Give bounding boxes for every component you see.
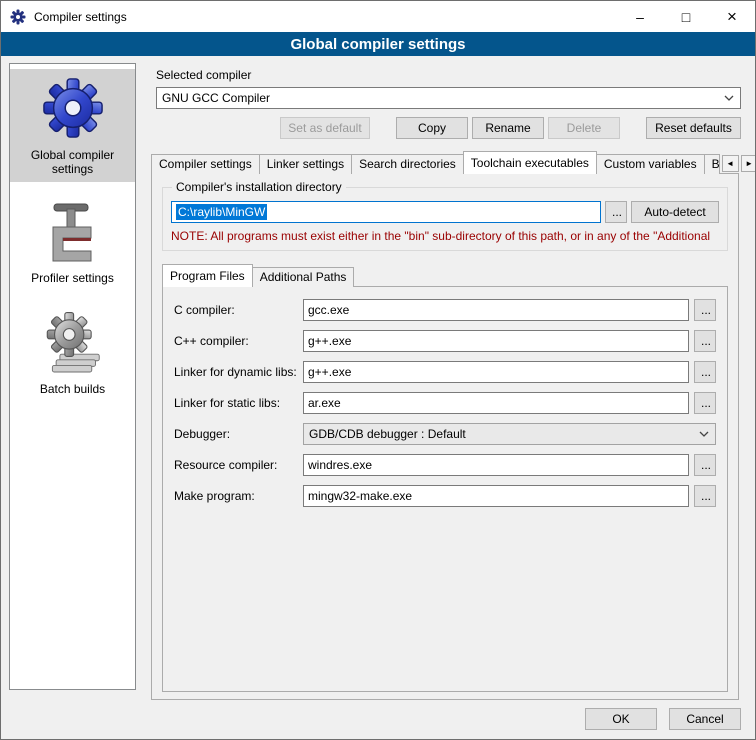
cpp-compiler-input[interactable]: g++.exe [303, 330, 689, 352]
c-compiler-browse-button[interactable]: ... [694, 299, 716, 321]
form-row-c-compiler: C compiler: gcc.exe ... [174, 299, 716, 321]
c-compiler-input[interactable]: gcc.exe [303, 299, 689, 321]
dynamic-linker-value: g++.exe [308, 365, 351, 379]
resource-compiler-label: Resource compiler: [174, 458, 298, 472]
selected-compiler-label: Selected compiler [156, 68, 741, 82]
tab-scroll-right-icon[interactable]: ► [741, 155, 756, 172]
auto-detect-button[interactable]: Auto-detect [631, 201, 719, 223]
resource-compiler-value: windres.exe [308, 458, 372, 472]
cpp-compiler-browse-button[interactable]: ... [694, 330, 716, 352]
sidebar-item-label: Batch builds [40, 382, 105, 396]
cancel-button[interactable]: Cancel [669, 708, 741, 730]
settings-tab-bar: Compiler settings Linker settings Search… [151, 151, 739, 174]
form-row-static-linker: Linker for static libs: ar.exe ... [174, 392, 716, 414]
tab-custom-variables[interactable]: Custom variables [596, 154, 705, 174]
sidebar-item-global-compiler-settings[interactable]: Global compiler settings [10, 69, 135, 182]
delete-button[interactable]: Delete [548, 117, 620, 139]
dynamic-linker-browse-button[interactable]: ... [694, 361, 716, 383]
tab-scroll-left-icon[interactable]: ◄ [722, 155, 739, 172]
installation-directory-input[interactable]: C:\raylib\MinGW [171, 201, 601, 223]
make-program-browse-button[interactable]: ... [694, 485, 716, 507]
installation-directory-group-title: Compiler's installation directory [172, 180, 346, 194]
maximize-button[interactable]: □ [663, 1, 709, 32]
tab-toolchain-executables[interactable]: Toolchain executables [463, 151, 597, 174]
form-row-cpp-compiler: C++ compiler: g++.exe ... [174, 330, 716, 352]
make-program-input[interactable]: mingw32-make.exe [303, 485, 689, 507]
blue-gear-icon [42, 77, 104, 139]
debugger-select[interactable]: GDB/CDB debugger : Default [303, 423, 716, 445]
cpp-compiler-label: C++ compiler: [174, 334, 298, 348]
profiler-tool-icon [45, 202, 101, 262]
dynamic-linker-label: Linker for dynamic libs: [174, 365, 298, 379]
app-icon [10, 9, 26, 25]
form-row-dynamic-linker: Linker for dynamic libs: g++.exe ... [174, 361, 716, 383]
dialog-footer: OK Cancel [585, 708, 741, 730]
sidebar-item-batch-builds[interactable]: Batch builds [10, 303, 135, 402]
resource-compiler-browse-button[interactable]: ... [694, 454, 716, 476]
installation-directory-selected-text: C:\raylib\MinGW [176, 204, 267, 220]
tab-compiler-settings[interactable]: Compiler settings [151, 154, 260, 174]
make-program-label: Make program: [174, 489, 298, 503]
minimize-button[interactable]: – [617, 1, 663, 32]
static-linker-label: Linker for static libs: [174, 396, 298, 410]
c-compiler-value: gcc.exe [308, 303, 349, 317]
tab-additional-paths[interactable]: Additional Paths [252, 267, 355, 287]
c-compiler-label: C compiler: [174, 303, 298, 317]
sidebar-item-profiler-settings[interactable]: Profiler settings [10, 194, 135, 291]
ok-button[interactable]: OK [585, 708, 657, 730]
titlebar: Compiler settings – □ × [1, 1, 755, 32]
installation-note: NOTE: All programs must exist either in … [171, 229, 719, 243]
tab-scroll-controls: ◄ ► [720, 155, 756, 172]
selected-compiler-value: GNU GCC Compiler [162, 91, 270, 105]
static-linker-input[interactable]: ar.exe [303, 392, 689, 414]
program-files-panel: C compiler: gcc.exe ... C++ compiler: g+… [162, 286, 728, 692]
tab-build-options[interactable]: Builc [704, 154, 720, 174]
reset-defaults-button[interactable]: Reset defaults [646, 117, 741, 139]
installation-directory-row: C:\raylib\MinGW ... Auto-detect [171, 201, 719, 223]
window-controls: – □ × [617, 1, 755, 32]
tab-search-directories[interactable]: Search directories [351, 154, 464, 174]
set-as-default-button[interactable]: Set as default [280, 117, 370, 139]
debugger-label: Debugger: [174, 427, 298, 441]
gray-gear-stack-icon [43, 311, 103, 373]
tab-linker-settings[interactable]: Linker settings [259, 154, 352, 174]
cpp-compiler-value: g++.exe [308, 334, 351, 348]
compiler-action-buttons: Set as default Copy Rename Delete Reset … [156, 117, 741, 139]
debugger-value: GDB/CDB debugger : Default [309, 427, 466, 441]
form-row-make-program: Make program: mingw32-make.exe ... [174, 485, 716, 507]
window-title: Compiler settings [34, 10, 127, 24]
sidebar-item-label: Profiler settings [31, 271, 114, 285]
static-linker-browse-button[interactable]: ... [694, 392, 716, 414]
close-button[interactable]: × [709, 1, 755, 32]
make-program-value: mingw32-make.exe [308, 489, 412, 503]
program-files-tab-bar: Program Files Additional Paths [162, 264, 730, 287]
compiler-settings-window: Compiler settings – □ × Global compiler … [0, 0, 756, 740]
toolchain-executables-panel: Compiler's installation directory C:\ray… [151, 173, 739, 700]
copy-button[interactable]: Copy [396, 117, 468, 139]
installation-directory-group: Compiler's installation directory C:\ray… [162, 187, 728, 251]
form-row-debugger: Debugger: GDB/CDB debugger : Default [174, 423, 716, 445]
selected-compiler-dropdown[interactable]: GNU GCC Compiler [156, 87, 741, 109]
browse-directory-button[interactable]: ... [605, 201, 627, 223]
resource-compiler-input[interactable]: windres.exe [303, 454, 689, 476]
rename-button[interactable]: Rename [472, 117, 544, 139]
dynamic-linker-input[interactable]: g++.exe [303, 361, 689, 383]
form-row-resource-compiler: Resource compiler: windres.exe ... [174, 454, 716, 476]
tab-program-files[interactable]: Program Files [162, 264, 253, 287]
settings-sidebar: Global compiler settings Profiler settin… [9, 63, 136, 690]
chevron-down-icon [699, 431, 709, 437]
sidebar-item-label: Global compiler settings [13, 148, 132, 176]
static-linker-value: ar.exe [308, 396, 341, 410]
main-area: Selected compiler GNU GCC Compiler Set a… [146, 63, 741, 700]
chevron-down-icon [724, 95, 734, 101]
dialog-header: Global compiler settings [1, 32, 755, 56]
